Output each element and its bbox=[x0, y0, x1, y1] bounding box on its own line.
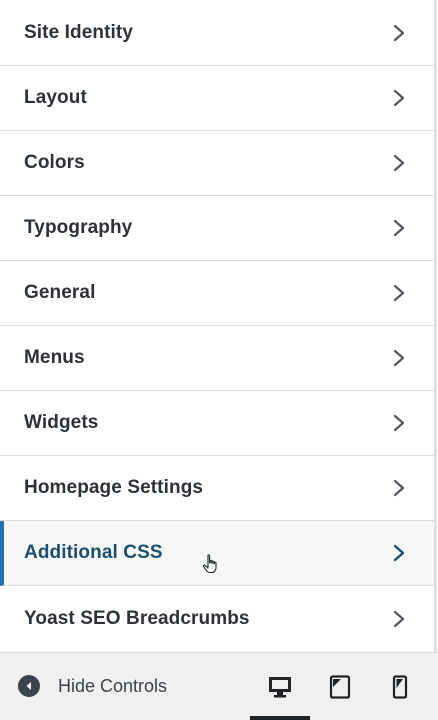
preview-tablet-button[interactable] bbox=[310, 653, 370, 720]
chevron-right-icon bbox=[393, 219, 405, 237]
mobile-icon bbox=[392, 674, 408, 699]
section-colors[interactable]: Colors bbox=[0, 131, 434, 196]
chevron-right-icon bbox=[393, 284, 405, 302]
section-label: General bbox=[24, 282, 96, 303]
collapse-arrow-icon bbox=[18, 675, 40, 697]
section-label: Homepage Settings bbox=[24, 477, 204, 498]
section-label: Widgets bbox=[24, 412, 99, 433]
chevron-right-icon bbox=[393, 349, 405, 367]
hide-controls-label: Hide Controls bbox=[58, 675, 168, 696]
section-homepage-settings[interactable]: Homepage Settings bbox=[0, 456, 434, 521]
section-menus[interactable]: Menus bbox=[0, 326, 434, 391]
chevron-right-icon bbox=[393, 414, 405, 432]
preview-desktop-button[interactable] bbox=[250, 653, 310, 720]
chevron-right-icon bbox=[393, 544, 405, 562]
chevron-right-icon bbox=[393, 89, 405, 107]
section-yoast-seo-breadcrumbs[interactable]: Yoast SEO Breadcrumbs bbox=[0, 586, 434, 651]
section-general[interactable]: General bbox=[0, 261, 434, 326]
tablet-icon bbox=[329, 674, 351, 699]
section-site-identity[interactable]: Site Identity bbox=[0, 0, 434, 66]
section-layout[interactable]: Layout bbox=[0, 66, 434, 131]
section-label: Site Identity bbox=[24, 21, 133, 43]
section-label: Additional CSS bbox=[24, 542, 163, 563]
section-label: Typography bbox=[24, 217, 133, 238]
chevron-right-icon bbox=[393, 610, 405, 627]
customizer-footer: Hide Controls bbox=[0, 652, 438, 720]
section-label: Layout bbox=[24, 87, 87, 108]
chevron-right-icon bbox=[393, 24, 405, 41]
hand-pointer-cursor-icon bbox=[202, 554, 217, 574]
hide-controls-button[interactable]: Hide Controls bbox=[18, 675, 167, 697]
preview-mobile-button[interactable] bbox=[370, 653, 430, 720]
desktop-icon bbox=[269, 676, 291, 697]
chevron-right-icon bbox=[393, 479, 405, 497]
chevron-right-icon bbox=[393, 154, 405, 172]
section-label: Yoast SEO Breadcrumbs bbox=[24, 607, 250, 629]
section-typography[interactable]: Typography bbox=[0, 196, 434, 261]
device-preview-switcher bbox=[250, 653, 430, 720]
section-label: Menus bbox=[24, 347, 85, 368]
section-widgets[interactable]: Widgets bbox=[0, 391, 434, 456]
section-label: Colors bbox=[24, 152, 85, 173]
